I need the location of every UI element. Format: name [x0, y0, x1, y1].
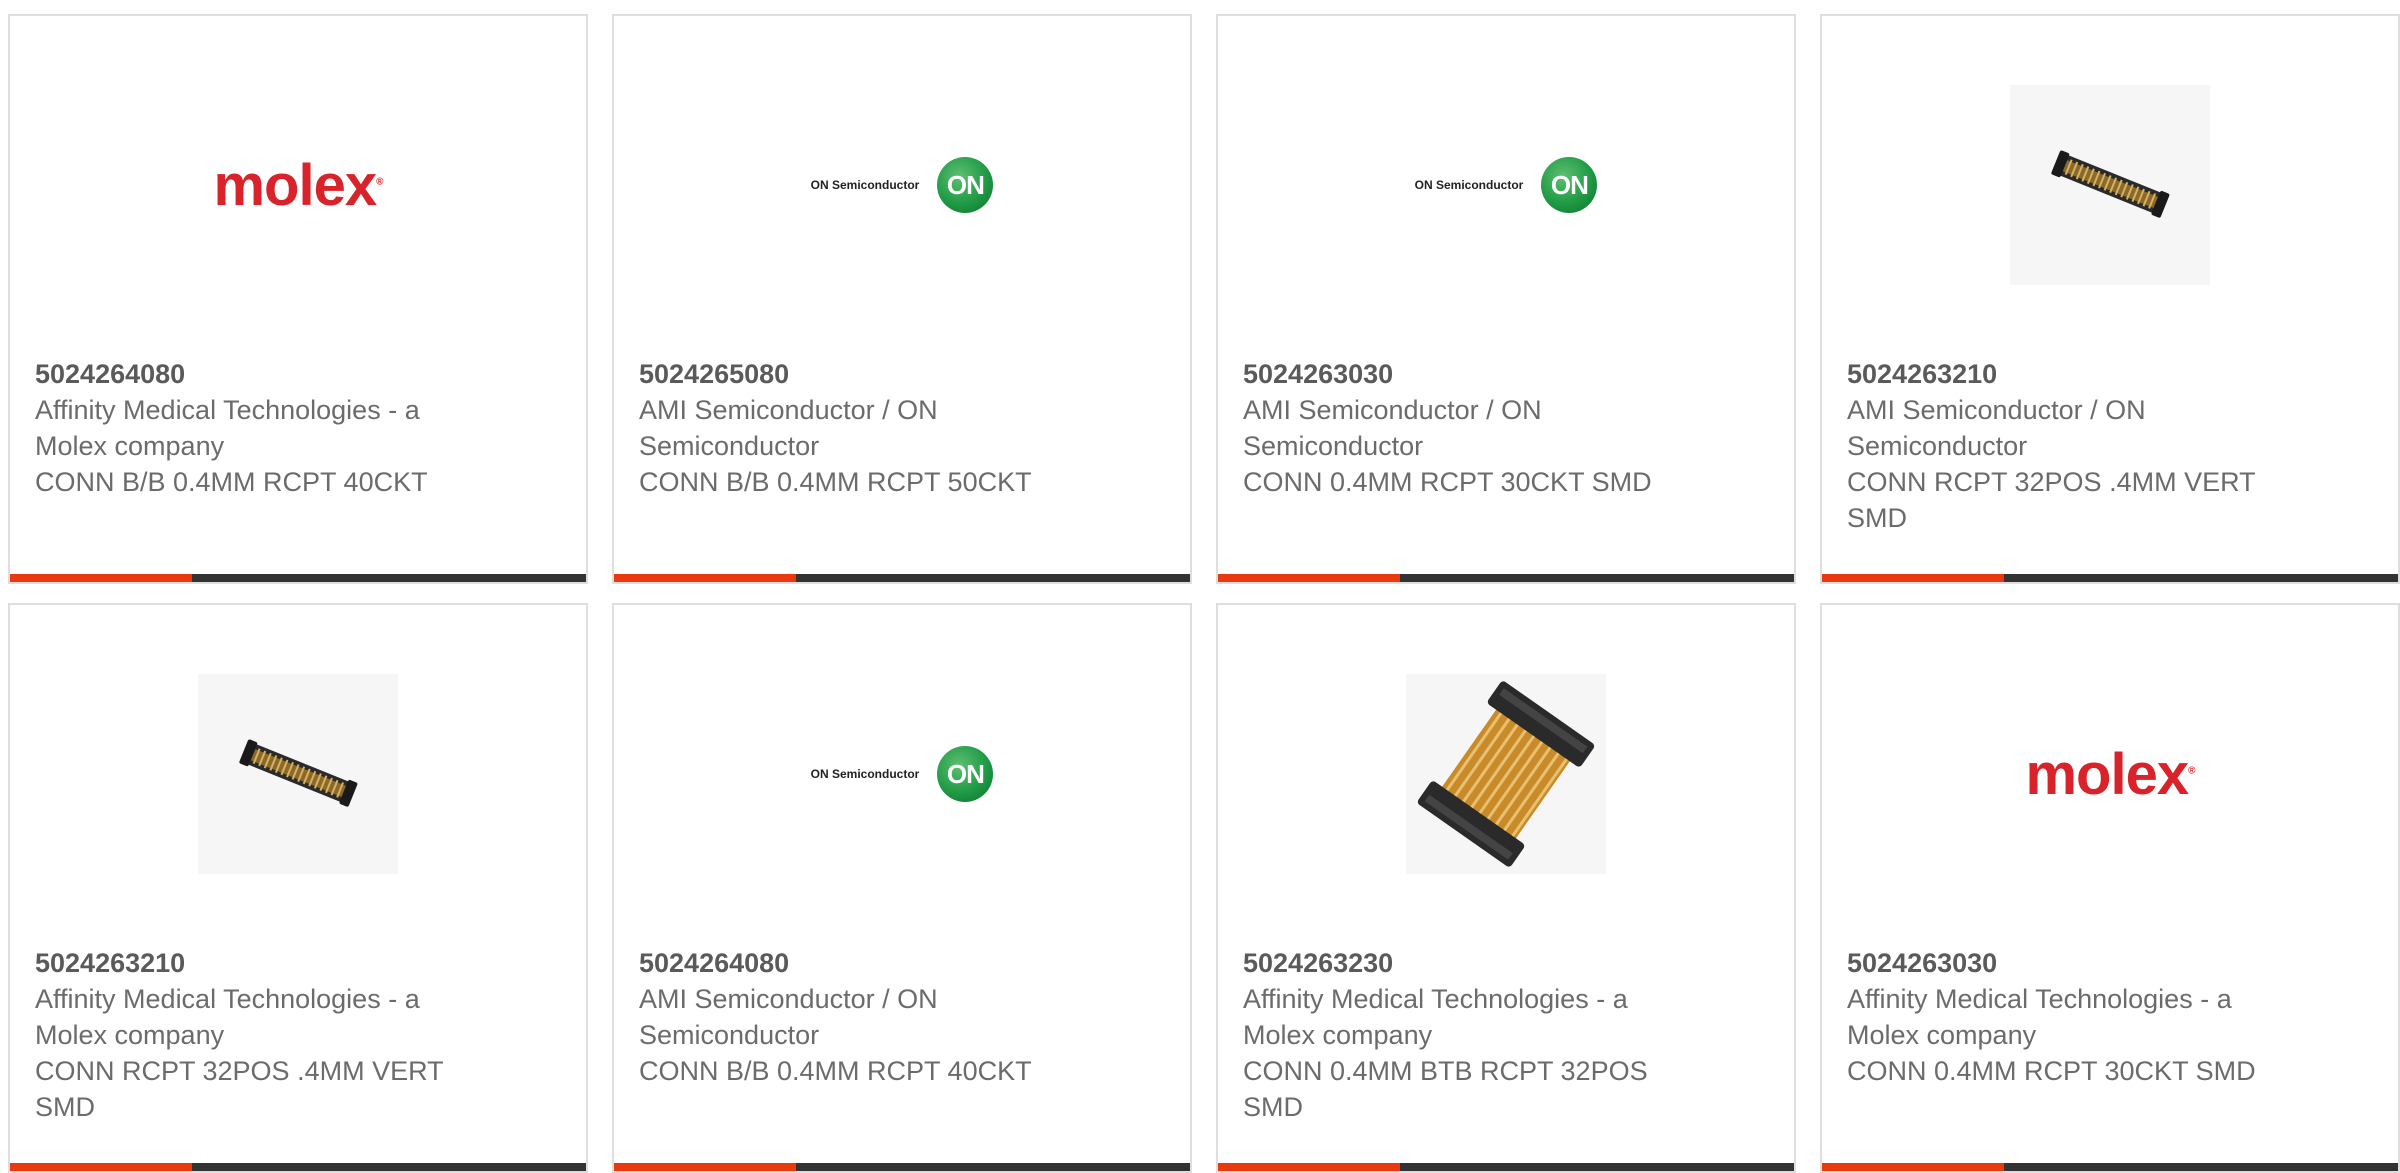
- manufacturer: Affinity Medical Technologies - a Molex …: [1243, 984, 1628, 1050]
- description: CONN 0.4MM RCPT 30CKT SMD: [1847, 1056, 2256, 1086]
- card-bottom-bar: [614, 574, 1190, 582]
- product-info: 5024263210 Affinity Medical Technologies…: [35, 945, 475, 1125]
- card-bottom-bar: [1822, 574, 2398, 582]
- card-bottom-bar: [10, 574, 586, 582]
- product-image: molex®: [1822, 645, 2398, 935]
- connector-icon: [2051, 150, 2170, 218]
- product-card[interactable]: ON Semiconductor ON 5024265080 AMI Semic…: [612, 14, 1192, 584]
- card-bottom-bar: [1218, 1163, 1794, 1171]
- card-bottom-bar: [1822, 1163, 2398, 1171]
- card-accent-bar: [10, 574, 192, 582]
- product-info: 5024265080 AMI Semiconductor / ON Semico…: [639, 356, 1079, 500]
- product-info: 5024263030 AMI Semiconductor / ON Semico…: [1243, 356, 1683, 500]
- card-accent-bar: [614, 574, 796, 582]
- product-info: 5024263230 Affinity Medical Technologies…: [1243, 945, 1683, 1125]
- onsemi-logo-icon: ON Semiconductor ON: [1415, 157, 1598, 213]
- connector-photo: [198, 674, 398, 874]
- card-accent-bar: [1218, 574, 1400, 582]
- part-number[interactable]: 5024264080: [35, 356, 475, 392]
- product-image: ON Semiconductor ON: [614, 645, 1190, 935]
- part-number[interactable]: 5024263230: [1243, 945, 1683, 981]
- part-number[interactable]: 5024263030: [1847, 945, 2287, 981]
- connector-photo: [2010, 85, 2210, 285]
- product-info: 5024263210 AMI Semiconductor / ON Semico…: [1847, 356, 2287, 536]
- manufacturer: Affinity Medical Technologies - a Molex …: [1847, 984, 2232, 1050]
- product-card[interactable]: ON Semiconductor ON 5024263030 AMI Semic…: [1216, 14, 1796, 584]
- card-accent-bar: [10, 1163, 192, 1171]
- product-card[interactable]: molex® 5024264080 Affinity Medical Techn…: [8, 14, 588, 584]
- product-image: molex®: [10, 56, 586, 346]
- product-grid: molex® 5024264080 Affinity Medical Techn…: [0, 0, 2400, 1173]
- description: CONN B/B 0.4MM RCPT 50CKT: [639, 467, 1032, 497]
- description: CONN RCPT 32POS .4MM VERT SMD: [35, 1056, 444, 1122]
- product-card[interactable]: 5024263210 AMI Semiconductor / ON Semico…: [1820, 14, 2400, 584]
- onsemi-logo-icon: ON Semiconductor ON: [811, 746, 994, 802]
- connector-icon: [239, 739, 358, 807]
- manufacturer: AMI Semiconductor / ON Semiconductor: [1847, 395, 2146, 461]
- molex-logo-icon: molex®: [213, 152, 383, 218]
- manufacturer: AMI Semiconductor / ON Semiconductor: [1243, 395, 1542, 461]
- card-accent-bar: [1822, 1163, 2004, 1171]
- card-accent-bar: [614, 1163, 796, 1171]
- product-card[interactable]: 5024263230 Affinity Medical Technologies…: [1216, 603, 1796, 1173]
- manufacturer: Affinity Medical Technologies - a Molex …: [35, 395, 420, 461]
- card-bottom-bar: [10, 1163, 586, 1171]
- card-accent-bar: [1218, 1163, 1400, 1171]
- manufacturer: AMI Semiconductor / ON Semiconductor: [639, 395, 938, 461]
- connector-photo: [1406, 674, 1606, 874]
- card-bottom-bar: [614, 1163, 1190, 1171]
- product-image: [10, 645, 586, 935]
- manufacturer: Affinity Medical Technologies - a Molex …: [35, 984, 420, 1050]
- product-image: ON Semiconductor ON: [1218, 56, 1794, 346]
- product-info: 5024263030 Affinity Medical Technologies…: [1847, 945, 2287, 1089]
- description: CONN RCPT 32POS .4MM VERT SMD: [1847, 467, 2256, 533]
- onsemi-logo-icon: ON Semiconductor ON: [811, 157, 994, 213]
- manufacturer: AMI Semiconductor / ON Semiconductor: [639, 984, 938, 1050]
- product-image: [1822, 56, 2398, 346]
- description: CONN 0.4MM BTB RCPT 32POS SMD: [1243, 1056, 1648, 1122]
- part-number[interactable]: 5024264080: [639, 945, 1079, 981]
- card-accent-bar: [1822, 574, 2004, 582]
- description: CONN 0.4MM RCPT 30CKT SMD: [1243, 467, 1652, 497]
- description: CONN B/B 0.4MM RCPT 40CKT: [639, 1056, 1032, 1086]
- part-number[interactable]: 5024263030: [1243, 356, 1683, 392]
- part-number[interactable]: 5024263210: [1847, 356, 2287, 392]
- description: CONN B/B 0.4MM RCPT 40CKT: [35, 467, 428, 497]
- molex-logo-icon: molex®: [2025, 741, 2195, 807]
- connector-icon: [1417, 681, 1595, 867]
- card-bottom-bar: [1218, 574, 1794, 582]
- part-number[interactable]: 5024265080: [639, 356, 1079, 392]
- product-image: [1218, 645, 1794, 935]
- product-info: 5024264080 AMI Semiconductor / ON Semico…: [639, 945, 1079, 1089]
- product-card[interactable]: 5024263210 Affinity Medical Technologies…: [8, 603, 588, 1173]
- product-card[interactable]: molex® 5024263030 Affinity Medical Techn…: [1820, 603, 2400, 1173]
- part-number[interactable]: 5024263210: [35, 945, 475, 981]
- product-info: 5024264080 Affinity Medical Technologies…: [35, 356, 475, 500]
- product-image: ON Semiconductor ON: [614, 56, 1190, 346]
- product-card[interactable]: ON Semiconductor ON 5024264080 AMI Semic…: [612, 603, 1192, 1173]
